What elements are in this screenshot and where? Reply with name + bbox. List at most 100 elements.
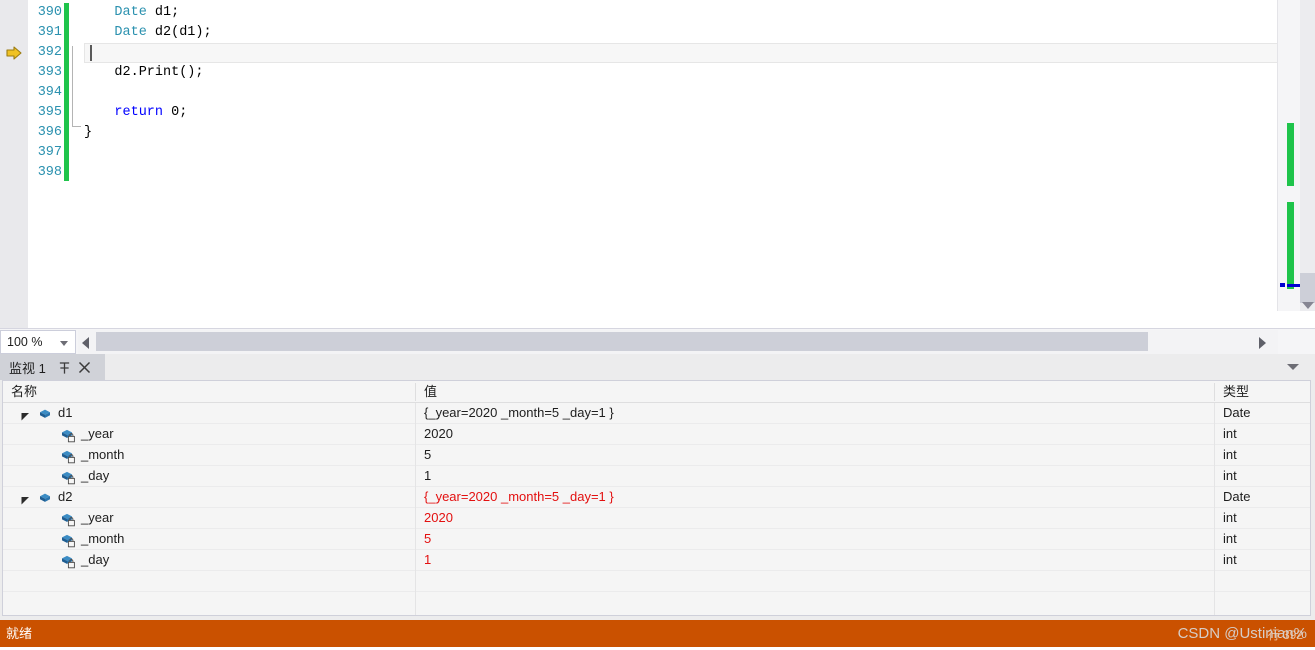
watch-variable-value[interactable]: {_year=2020 _month=5 _day=1 }: [416, 403, 1214, 423]
block-structure-guide: [72, 46, 73, 126]
editor-text-surface[interactable]: 390Date d1;391Date d2(d1);392d1.Print();…: [28, 0, 1315, 328]
private-field-icon: [60, 532, 76, 548]
execution-pointer-icon: [5, 44, 23, 62]
watch-row-name-cell[interactable]: _month: [3, 445, 415, 465]
code-token: d1;: [146, 5, 180, 20]
watch-tab-label: 监视 1: [9, 360, 46, 376]
private-field-icon: [60, 553, 76, 569]
table-row[interactable]: d2 {_year=2020 _month=5 _day=1 } Date: [3, 487, 1310, 508]
watch-variable-type: int: [1223, 510, 1237, 525]
watch-row-name-cell[interactable]: _month: [3, 529, 415, 549]
watch-variable-name: d2: [58, 489, 73, 504]
watch-row-name-cell[interactable]: d2: [3, 487, 415, 507]
watch-row-name-cell[interactable]: _year: [3, 424, 415, 444]
pin-icon[interactable]: [56, 359, 73, 376]
code-text: d2.Print();: [84, 63, 203, 83]
watch-variable-type: int: [1223, 468, 1237, 483]
scroll-down-arrow-icon[interactable]: [1302, 302, 1314, 309]
code-line: 393 d2.Print();: [28, 63, 1315, 83]
watch-variable-type: int: [1223, 531, 1237, 546]
watch-variable-name: _day: [81, 468, 110, 483]
watch-variable-type: int: [1223, 426, 1237, 441]
line-number: 391: [37, 25, 62, 40]
scroll-left-arrow-icon[interactable]: [82, 337, 89, 349]
watch-variable-value[interactable]: 1: [416, 550, 1214, 570]
code-editor[interactable]: 390Date d1;391Date d2(d1);392d1.Print();…: [0, 0, 1315, 328]
watch-variables-grid[interactable]: 名称 值 类型 d1 {_year=2020 _month=5 _day=1 } D…: [2, 380, 1311, 616]
table-row[interactable]: _month 5 int: [3, 529, 1310, 550]
code-line: 397: [28, 143, 1315, 163]
zoom-level-dropdown[interactable]: 100 %: [0, 330, 76, 354]
table-row[interactable]: _month 5 int: [3, 445, 1310, 466]
text-caret: [90, 45, 92, 61]
watch-variable-name: _month: [81, 447, 125, 462]
watch-variable-value[interactable]: 1: [416, 466, 1214, 486]
code-line: 391 Date d2(d1);: [28, 23, 1315, 43]
watch-row-name-cell[interactable]: _day: [3, 550, 415, 570]
watch-variable-value[interactable]: 2020: [416, 508, 1214, 528]
column-header-name[interactable]: 名称: [3, 381, 415, 402]
code-token: }: [84, 125, 93, 140]
object-icon: [37, 490, 53, 506]
column-header-type[interactable]: 类型: [1215, 381, 1310, 402]
line-number: 390: [37, 5, 62, 20]
line-number: 397: [37, 145, 62, 160]
tab-watch-1[interactable]: 监视 1: [0, 354, 105, 380]
column-header-value[interactable]: 值: [416, 381, 1214, 402]
watch-row-name-cell[interactable]: d1: [3, 403, 415, 423]
code-text: }: [84, 123, 92, 143]
code-text: Date d2(d1);: [84, 23, 211, 43]
watermark-text: CSDN @Ustinian%: [1177, 625, 1307, 642]
watch-variable-value[interactable]: 2020: [416, 424, 1214, 444]
watch-variable-name: _day: [81, 552, 110, 567]
line-number: 395: [37, 105, 62, 120]
line-number: 394: [37, 85, 62, 100]
expander-expanded-icon[interactable]: [20, 408, 31, 421]
vertical-scrollbar[interactable]: [1277, 0, 1315, 311]
table-row[interactable]: _year 2020 int: [3, 424, 1310, 445]
code-token: Date: [114, 5, 147, 20]
grid-column-divider: [415, 403, 416, 615]
expander-expanded-icon[interactable]: [20, 492, 31, 505]
line-number: 396: [37, 125, 62, 140]
close-icon[interactable]: [76, 359, 93, 376]
watch-variable-value[interactable]: {_year=2020 _month=5 _day=1 }: [416, 487, 1214, 507]
scroll-right-arrow-icon[interactable]: [1259, 337, 1266, 349]
object-icon: [37, 406, 53, 422]
watch-variable-value[interactable]: 5: [416, 445, 1214, 465]
watch-variable-type: Date: [1223, 489, 1251, 504]
caret-position-marker: [1280, 283, 1285, 287]
breakpoint-gutter[interactable]: [0, 0, 29, 328]
watch-tabstrip: 监视 1: [0, 354, 1315, 380]
code-line: 398: [28, 163, 1315, 183]
code-line: 394: [28, 83, 1315, 103]
watch-variable-value[interactable]: 5: [416, 529, 1214, 549]
table-row[interactable]: _day 1 int: [3, 550, 1310, 571]
table-row[interactable]: _year 2020 int: [3, 508, 1310, 529]
table-row[interactable]: _day 1 int: [3, 466, 1310, 487]
watch-row-name-cell[interactable]: _year: [3, 508, 415, 528]
watch-new-expression-row[interactable]: [3, 571, 1310, 592]
editor-bottom-bar: 100 %: [0, 328, 1315, 354]
vertical-scrollbar-thumb[interactable]: [1300, 273, 1315, 303]
tabstrip-overflow-chevron-icon[interactable]: [1287, 364, 1299, 370]
watch-panel: 监视 1 名称 值 类型 d1 {_year=2020 _month=5 _day…: [0, 354, 1315, 620]
watch-variable-name: d1: [58, 405, 73, 420]
current-line-highlight: [84, 43, 1307, 63]
code-token: 0;: [163, 105, 188, 120]
horizontal-scrollbar[interactable]: [78, 330, 1278, 354]
private-field-icon: [60, 427, 76, 443]
watch-variable-type: int: [1223, 552, 1237, 567]
chevron-down-icon[interactable]: [60, 341, 68, 346]
watch-variable-name: _year: [81, 426, 114, 441]
table-row[interactable]: d1 {_year=2020 _month=5 _day=1 } Date: [3, 403, 1310, 424]
vertical-scrollbar-track[interactable]: [1300, 0, 1315, 311]
watch-row-name-cell[interactable]: _day: [3, 466, 415, 486]
code-text: return 0;: [84, 103, 187, 123]
line-number: 392: [37, 45, 62, 60]
code-line: 390 Date d1;: [28, 3, 1315, 23]
code-token: Date: [114, 25, 147, 40]
horizontal-scrollbar-thumb[interactable]: [96, 332, 1148, 351]
code-text: Date d1;: [84, 3, 179, 23]
change-annotation-marker: [1287, 202, 1294, 289]
